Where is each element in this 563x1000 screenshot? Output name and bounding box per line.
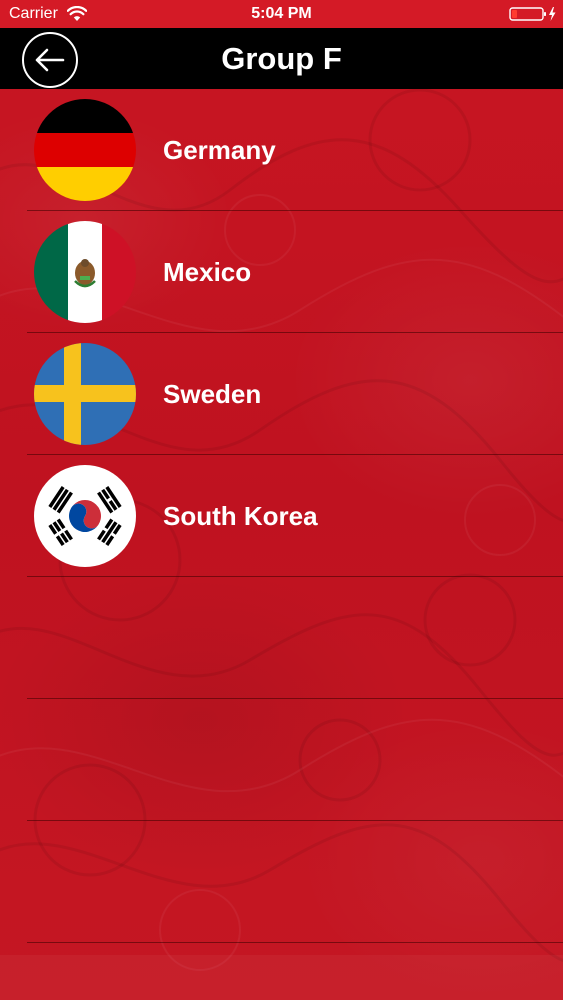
status-time: 5:04 PM [251,5,312,22]
empty-row [0,577,563,699]
mexico-flag-icon [34,221,136,323]
empty-row [0,699,563,821]
sweden-flag-icon [34,343,136,445]
germany-flag-icon [34,99,136,201]
team-name: Mexico [163,257,252,287]
south-korea-flag-icon [34,465,136,567]
team-name: Sweden [163,379,262,409]
battery-icon [509,7,556,21]
status-bar: Carrier 5:04 PM [0,0,563,28]
row-divider [27,942,563,943]
team-row-south-korea[interactable]: South Korea [0,455,563,577]
team-row-sweden[interactable]: Sweden [0,333,563,455]
page-title: Group F [221,41,342,76]
bottom-bar [0,955,563,1000]
screen-background: Carrier 5:04 PM Group F Germany Mexico S… [0,0,563,1000]
navigation-bar: Group F [0,28,563,89]
team-row-germany[interactable]: Germany [0,89,563,211]
empty-row [0,821,563,943]
team-name: South Korea [163,501,318,531]
team-list: Germany Mexico Sweden South Korea [0,89,563,943]
team-row-mexico[interactable]: Mexico [0,211,563,333]
team-name: Germany [163,135,276,165]
